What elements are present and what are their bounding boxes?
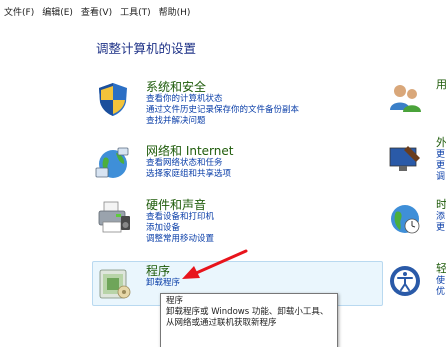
user-accounts-title[interactable]: 用 bbox=[436, 78, 446, 92]
tooltip-body: 卸载程序或 Windows 功能、卸载小工具、从网络或通过联机获取新程序 bbox=[166, 307, 329, 328]
link-devices-printers[interactable]: 查看设备和打印机 bbox=[146, 212, 214, 223]
appearance-link-2[interactable]: 更 bbox=[436, 161, 446, 172]
clock-link-2[interactable]: 更 bbox=[436, 223, 446, 234]
ease-clipped: 轻 使 优 bbox=[436, 262, 446, 298]
category-hardware-sound: 硬件和声音 查看设备和打印机 添加设备 调整常用移动设置 bbox=[94, 196, 390, 254]
menu-tools[interactable]: 工具(T) bbox=[120, 5, 151, 18]
tooltip-title: 程序 bbox=[166, 296, 184, 306]
appearance-link-3[interactable]: 调 bbox=[436, 172, 446, 183]
link-uninstall-program[interactable]: 卸载程序 bbox=[146, 278, 180, 289]
ease-of-access-icon[interactable] bbox=[388, 264, 422, 298]
link-mobility-settings[interactable]: 调整常用移动设置 bbox=[146, 234, 214, 245]
annotation-arrow-icon bbox=[182, 249, 248, 279]
menu-help[interactable]: 帮助(H) bbox=[159, 5, 191, 18]
page-title: 调整计算机的设置 bbox=[96, 41, 197, 56]
link-homegroup-sharing[interactable]: 选择家庭组和共享选项 bbox=[146, 169, 231, 180]
link-troubleshoot[interactable]: 查找并解决问题 bbox=[146, 116, 299, 127]
ease-link-2[interactable]: 优 bbox=[436, 287, 446, 298]
user-accounts-icon[interactable] bbox=[388, 80, 422, 114]
shield-icon[interactable] bbox=[94, 80, 132, 118]
ease-link-1[interactable]: 使 bbox=[436, 276, 446, 287]
category-title[interactable]: 网络和 Internet bbox=[146, 142, 233, 159]
category-title[interactable]: 系统和安全 bbox=[146, 78, 206, 95]
programs-icon[interactable] bbox=[94, 264, 132, 302]
user-accounts-clipped: 用 bbox=[436, 78, 446, 92]
menu-bar: 文件(F) 编辑(E) 查看(V) 工具(T) 帮助(H) bbox=[0, 0, 446, 22]
appearance-title[interactable]: 外 bbox=[436, 136, 446, 150]
link-network-status[interactable]: 查看网络状态和任务 bbox=[146, 158, 231, 169]
clock-globe-icon[interactable] bbox=[388, 202, 422, 236]
printer-icon[interactable] bbox=[94, 198, 132, 236]
clock-link-1[interactable]: 添 bbox=[436, 212, 446, 223]
clock-title[interactable]: 时 bbox=[436, 198, 446, 212]
menu-view[interactable]: 查看(V) bbox=[81, 5, 112, 18]
tooltip: 程序 卸载程序或 Windows 功能、卸载小工具、从网络或通过联机获取新程序 bbox=[160, 293, 338, 347]
category-network-internet: 网络和 Internet 查看网络状态和任务 选择家庭组和共享选项 bbox=[94, 142, 390, 200]
link-file-history[interactable]: 通过文件历史记录保存你的文件备份副本 bbox=[146, 105, 299, 116]
link-add-device[interactable]: 添加设备 bbox=[146, 223, 214, 234]
ease-title[interactable]: 轻 bbox=[436, 262, 446, 276]
link-view-computer-status[interactable]: 查看你的计算机状态 bbox=[146, 94, 299, 105]
appearance-icon[interactable] bbox=[388, 142, 422, 176]
category-title[interactable]: 硬件和声音 bbox=[146, 196, 206, 213]
menu-edit[interactable]: 编辑(E) bbox=[42, 5, 73, 18]
clock-clipped: 时 添 更 bbox=[436, 198, 446, 234]
globe-network-icon[interactable] bbox=[94, 144, 132, 182]
appearance-link-1[interactable]: 更 bbox=[436, 150, 446, 161]
category-title[interactable]: 程序 bbox=[146, 262, 170, 279]
appearance-clipped: 外 更 更 调 bbox=[436, 136, 446, 183]
category-system-security: 系统和安全 查看你的计算机状态 通过文件历史记录保存你的文件备份副本 查找并解决… bbox=[94, 78, 390, 136]
menu-file[interactable]: 文件(F) bbox=[4, 5, 34, 18]
